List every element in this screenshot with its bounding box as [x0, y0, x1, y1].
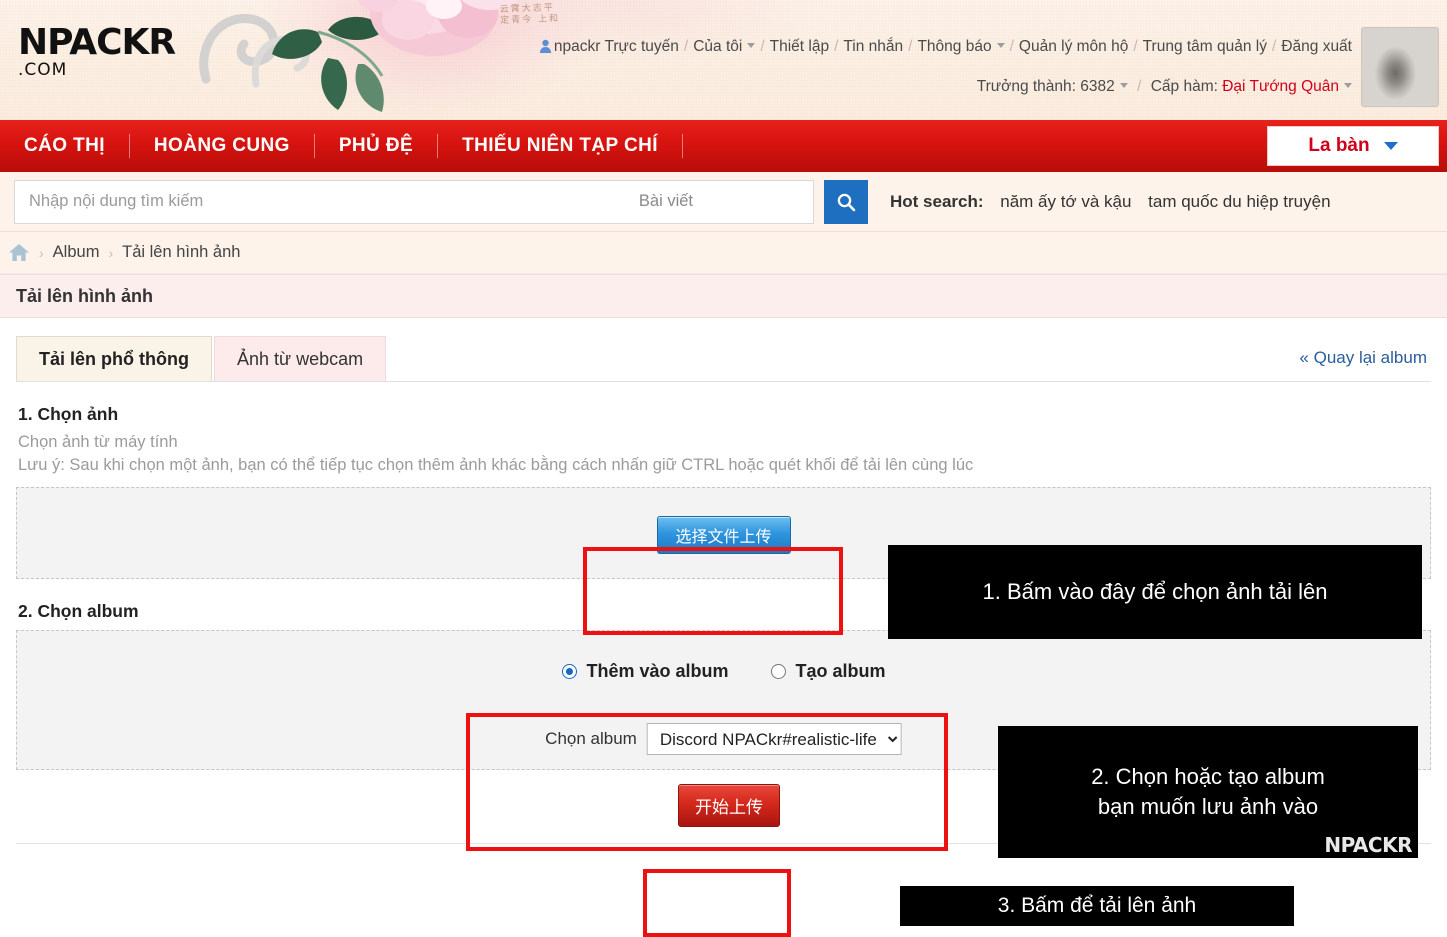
stats-sep: /: [1137, 78, 1142, 95]
header-stats: Trưởng thành: 6382 / Cấp hàm: Đại Tướng …: [977, 78, 1352, 96]
start-upload-button[interactable]: 开始上传: [678, 784, 780, 827]
header-link-0[interactable]: npackr Trực tuyến: [554, 38, 679, 55]
logo-text-sub: .COM: [18, 60, 68, 80]
step1-note2: Lưu ý: Sau khi chọn một ảnh, bạn có thể …: [18, 456, 974, 474]
album-select-row: Chọn album Discord NPACkr#realistic-life: [545, 723, 902, 755]
search-field-wrap: Bài viết: [14, 179, 814, 224]
main-navigation: CÁO THỊ HOÀNG CUNG PHỦ ĐỆ THIẾU NIÊN TẠP…: [0, 120, 1447, 172]
chevron-down-icon: [1383, 142, 1398, 150]
header-link-sep: /: [1133, 38, 1138, 55]
step1-note1: Chọn ảnh từ máy tính: [18, 433, 178, 451]
header-link-sep: /: [908, 38, 913, 55]
annotation-step1: 1. Bấm vào đây để chọn ảnh tải lên: [888, 545, 1422, 639]
header-link-1[interactable]: Của tôi: [693, 38, 742, 55]
highlight-box-start-upload: [643, 869, 791, 937]
avatar[interactable]: [1361, 27, 1439, 107]
step1-heading: 1. Chọn ảnh: [18, 404, 119, 424]
tabs-underline: [16, 381, 1431, 382]
breadcrumb-separator: ›: [39, 244, 44, 261]
breadcrumb-item-album[interactable]: Album: [53, 243, 100, 262]
nav-item-hoang-cung[interactable]: HOÀNG CUNG: [130, 135, 314, 157]
hot-search: Hot search: năm ấy tớ và kậu tam quốc du…: [890, 192, 1331, 212]
annotation-step2-line1: 2. Chọn hoặc tạo album: [1091, 764, 1325, 789]
breadcrumb-item-current: Tải lên hình ảnh: [122, 243, 241, 261]
header-link-sep: /: [683, 38, 689, 55]
annotation-step3-text: 3. Bấm để tải lên ảnh: [997, 894, 1197, 917]
header-link-7[interactable]: Đăng xuất: [1281, 38, 1352, 55]
chevron-down-icon[interactable]: [1119, 83, 1128, 88]
header-link-2[interactable]: Thiết lập: [770, 38, 829, 55]
hot-search-item-0[interactable]: năm ấy tớ và kậu: [1000, 192, 1131, 211]
album-mode-radios: Thêm vào album Tạo album: [561, 661, 886, 682]
search-bar: Bài viết Hot search: năm ấy tớ và kậu ta…: [0, 172, 1447, 232]
nav-items: CÁO THỊ HOÀNG CUNG PHỦ ĐỆ THIẾU NIÊN TẠP…: [0, 120, 683, 172]
search-icon: [837, 193, 856, 211]
calligraphy-decoration: 云霄大志平 定青今 上和: [499, 3, 561, 27]
header-link-sep: /: [834, 38, 839, 55]
upload-tabs: Tải lên phổ thông Ảnh từ webcam « Quay l…: [16, 334, 1431, 382]
chevron-down-icon[interactable]: [1344, 83, 1352, 88]
watermark-text: NPACKR: [1324, 833, 1412, 857]
nav-item-thieu-nien-tap-chi[interactable]: THIẾU NIÊN TẠP CHÍ: [438, 135, 682, 157]
user-icon: [539, 39, 552, 53]
album-select-label: Chọn album: [545, 729, 637, 748]
hot-search-item-1[interactable]: tam quốc du hiệp truyện: [1148, 192, 1330, 211]
annotation-step1-text: 1. Bấm vào đây để chọn ảnh tải lên: [982, 579, 1328, 604]
header-link-5[interactable]: Quản lý môn hộ: [1019, 38, 1128, 55]
home-icon[interactable]: [8, 243, 30, 262]
breadcrumb-separator: ›: [108, 244, 114, 261]
radio-create-album[interactable]: Tạo album: [770, 661, 886, 682]
chevron-down-icon[interactable]: [996, 43, 1005, 48]
header-user-links: npackr Trực tuyến / Của tôi / Thiết lập / Tin …: [539, 38, 1352, 56]
compass-label: La bàn: [1308, 135, 1370, 156]
nav-item-phu-de[interactable]: PHỦ ĐỆ: [315, 135, 437, 157]
breadcrumb: › Album › Tải lên hình ảnh: [0, 232, 1447, 274]
site-logo[interactable]: NPACKR .COM: [18, 22, 176, 81]
annotation-step3: 3. Bấm để tải lên ảnh: [900, 886, 1294, 926]
growth-label: Trưởng thành:: [976, 78, 1076, 95]
rank-label: Cấp hàm:: [1150, 78, 1218, 95]
radio-add-to-album-label: Thêm vào album: [586, 661, 729, 681]
page-title: Tải lên hình ảnh: [0, 274, 1447, 318]
tab-webcam[interactable]: Ảnh từ webcam: [213, 336, 387, 382]
search-scope-label[interactable]: Bài viết: [639, 192, 813, 211]
hot-search-label: Hot search:: [890, 191, 984, 211]
annotation-step2-line2: bạn muốn lưu ảnh vào: [1097, 794, 1319, 819]
album-select[interactable]: Discord NPACkr#realistic-life: [646, 723, 902, 755]
logo-text-main: NPACKR: [18, 22, 176, 63]
tab-upload-standard[interactable]: Tải lên phổ thông: [16, 336, 212, 382]
header-link-6[interactable]: Trung tâm quản lý: [1143, 38, 1267, 55]
header-link-sep: /: [1272, 38, 1277, 55]
header-link-3[interactable]: Tin nhắn: [843, 38, 903, 55]
site-header: 云霄大志平 定青今 上和 NPACKR .COM npackr Trực tuyế…: [0, 0, 1447, 120]
chevron-down-icon[interactable]: [747, 43, 756, 48]
header-link-sep: /: [1009, 38, 1014, 55]
search-button[interactable]: [824, 179, 868, 224]
annotation-step2: 2. Chọn hoặc tạo album bạn muốn lưu ảnh …: [998, 726, 1418, 858]
radio-create-album-label: Tạo album: [795, 661, 886, 681]
growth-value: 6382: [1080, 78, 1115, 95]
radio-dot-selected-icon: [561, 664, 577, 679]
header-link-sep: /: [760, 38, 765, 55]
radio-add-to-album[interactable]: Thêm vào album: [561, 661, 729, 682]
compass-dropdown[interactable]: La bàn: [1267, 126, 1439, 166]
nav-divider: [681, 134, 683, 158]
choose-file-button[interactable]: 选择文件上传: [656, 516, 791, 554]
nav-item-cao-thi[interactable]: CÁO THỊ: [0, 135, 129, 157]
header-link-4[interactable]: Thông báo: [917, 38, 991, 55]
rank-value: Đại Tướng Quân: [1222, 78, 1339, 95]
back-to-album-link[interactable]: « Quay lại album: [1299, 348, 1427, 368]
radio-dot-icon: [770, 664, 786, 679]
search-input[interactable]: [15, 180, 639, 223]
